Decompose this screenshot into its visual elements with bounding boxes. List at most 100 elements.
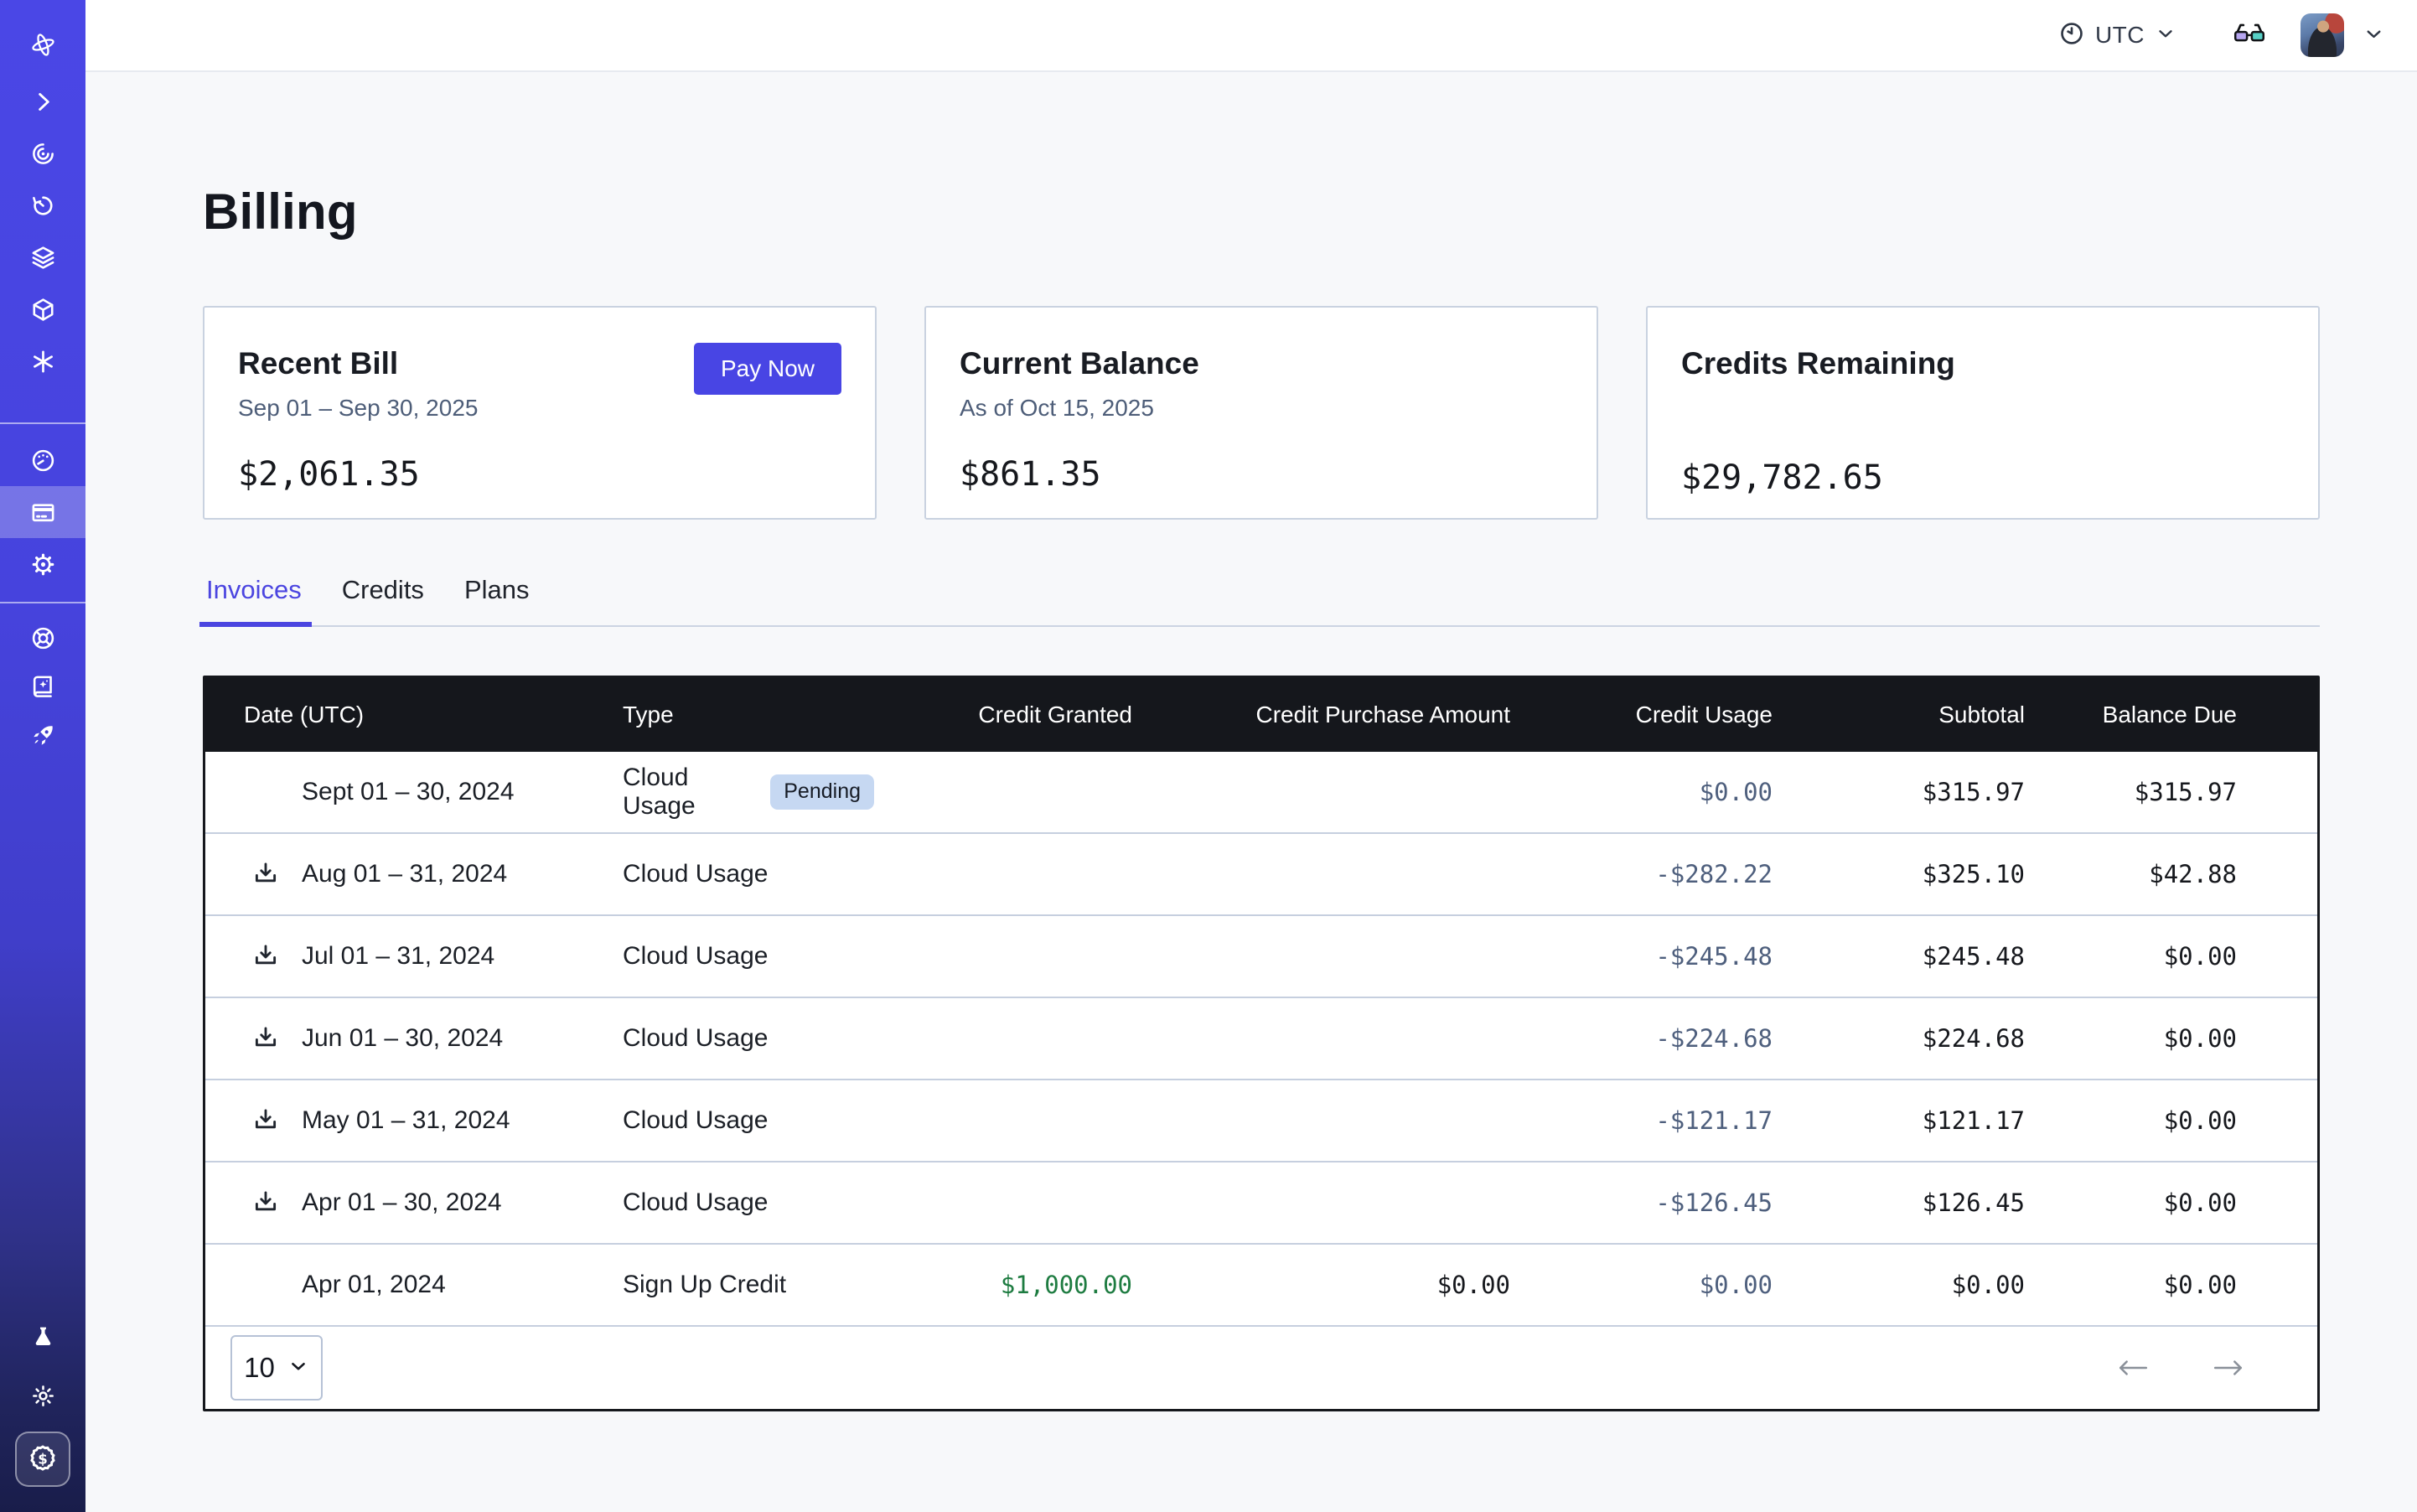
user-menu-button[interactable] [2363,23,2385,48]
invoice-date: Apr 01 – 30, 2024 [302,1188,502,1217]
sidebar-item-services[interactable] [0,335,85,387]
invoice-date: Aug 01 – 31, 2024 [302,860,507,888]
invoice-date: Sept 01 – 30, 2024 [302,778,515,806]
page-size-select[interactable]: 10 [230,1335,323,1401]
timezone-label: UTC [2095,22,2145,49]
summary-cards: Recent Bill Sep 01 – Sep 30, 2025 $2,061… [203,306,2320,520]
card-subtitle: Sep 01 – Sep 30, 2025 [238,395,841,422]
table-row: Jul 01 – 31, 2024 Cloud Usage -$245.48 $… [205,916,2317,998]
invoices-table: Date (UTC) Type Credit Granted Credit Pu… [203,676,2320,1411]
type-cell: Cloud Usage [623,860,874,888]
sidebar-item-docs[interactable] [0,662,85,711]
invoice-type: Cloud Usage [623,1106,768,1135]
sidebar-item-theme[interactable] [0,1366,85,1425]
page-size-value: 10 [244,1352,275,1384]
tab-plans[interactable]: Plans [461,575,533,625]
type-cell: Cloud Usage Pending [623,764,874,821]
balance-due-value: $0.00 [2025,1024,2237,1053]
arrow-left-icon [2116,1357,2150,1379]
download-invoice-button[interactable] [251,860,280,888]
download-invoice-button[interactable] [251,942,280,971]
chevron-down-icon [2363,23,2385,48]
date-cell: Jul 01 – 31, 2024 [244,942,623,971]
credit-usage-value: $0.00 [1510,778,1773,806]
download-invoice-button[interactable] [251,1106,280,1135]
col-header-credit-purchase-amount: Credit Purchase Amount [1132,702,1510,728]
card-title: Current Balance [960,346,1563,381]
app-logo[interactable] [0,13,85,75]
download-slot [244,860,302,888]
download-slot [244,1024,302,1053]
invoice-date: Jun 01 – 30, 2024 [302,1024,503,1053]
download-icon [251,860,280,888]
arrow-right-icon [2212,1357,2245,1379]
page-title: Billing [203,183,2320,241]
dollar-badge-icon: $ [27,1442,59,1477]
sidebar-item-usage[interactable] [0,434,85,486]
col-header-credit-granted: Credit Granted [874,702,1132,728]
credit-card-icon [30,500,56,526]
timezone-selector[interactable]: UTC [2058,20,2176,51]
recent-bill-card: Recent Bill Sep 01 – Sep 30, 2025 $2,061… [203,306,877,520]
type-cell: Cloud Usage [623,1024,874,1053]
next-page-button[interactable] [2212,1357,2245,1379]
date-cell: Apr 01, 2024 [244,1271,623,1299]
sidebar-item-settings[interactable] [0,538,85,590]
credit-usage-value: -$245.48 [1510,942,1773,971]
book-sparkle-icon [30,674,56,700]
type-cell: Cloud Usage [623,942,874,971]
view-mode-button[interactable] [2230,21,2269,49]
glasses-icon [2230,21,2269,49]
table-header-row: Date (UTC) Type Credit Granted Credit Pu… [205,678,2317,752]
col-header-balance-due: Balance Due [2025,702,2237,728]
pay-now-button[interactable]: Pay Now [694,343,841,395]
subtotal-value: $315.97 [1773,778,2025,806]
current-balance-card: Current Balance As of Oct 15, 2025 $861.… [924,306,1598,520]
sun-icon [30,1383,56,1409]
subtotal-value: $0.00 [1773,1271,2025,1299]
status-badge: Pending [770,774,874,810]
download-slot [244,1106,302,1135]
flask-icon [30,1324,56,1350]
download-invoice-button[interactable] [251,1024,280,1053]
svg-text:$: $ [38,1451,48,1467]
subtotal-value: $245.48 [1773,942,2025,971]
card-title: Credits Remaining [1681,346,2285,381]
sidebar-item-support[interactable] [0,614,85,662]
type-cell: Sign Up Credit [623,1271,874,1299]
balance-due-value: $0.00 [2025,1188,2237,1217]
claim-credits-button[interactable]: $ [15,1432,70,1487]
download-icon [251,942,280,971]
col-header-date: Date (UTC) [244,702,623,728]
download-slot [244,1188,302,1217]
sidebar-item-observe[interactable] [0,127,85,179]
recent-bill-amount: $2,061.35 [238,455,841,494]
table-row: Apr 01 – 30, 2024 Cloud Usage -$126.45 $… [205,1162,2317,1245]
clock-icon [2058,20,2085,51]
subtotal-value: $121.17 [1773,1106,2025,1135]
credits-remaining-amount: $29,782.65 [1681,458,2285,497]
content: Billing Recent Bill Sep 01 – Sep 30, 202… [85,72,2417,1512]
download-invoice-button[interactable] [251,1188,280,1217]
previous-page-button[interactable] [2116,1357,2150,1379]
tab-credits[interactable]: Credits [339,575,427,625]
type-cell: Cloud Usage [623,1106,874,1135]
sidebar-divider [0,422,85,424]
chevron-right-icon [30,89,56,115]
sidebar-item-getting-started[interactable] [0,711,85,759]
credit-usage-value: -$282.22 [1510,860,1773,888]
col-header-credit-usage: Credit Usage [1510,702,1773,728]
sidebar-item-history[interactable] [0,179,85,231]
invoice-date: Apr 01, 2024 [302,1271,446,1299]
tab-invoices[interactable]: Invoices [203,575,305,625]
asterisk-icon [30,349,56,375]
sidebar-item-billing[interactable] [0,486,85,538]
sidebar-item-compute[interactable] [0,283,85,335]
sidebar-item-labs[interactable] [0,1307,85,1366]
lifebuoy-icon [30,625,56,651]
credit-usage-value: -$126.45 [1510,1188,1773,1217]
sidebar-item-layers[interactable] [0,231,85,283]
avatar[interactable] [2301,13,2344,57]
sidebar-collapse-button[interactable] [0,75,85,127]
main-area: UTC Billing [85,0,2417,1512]
